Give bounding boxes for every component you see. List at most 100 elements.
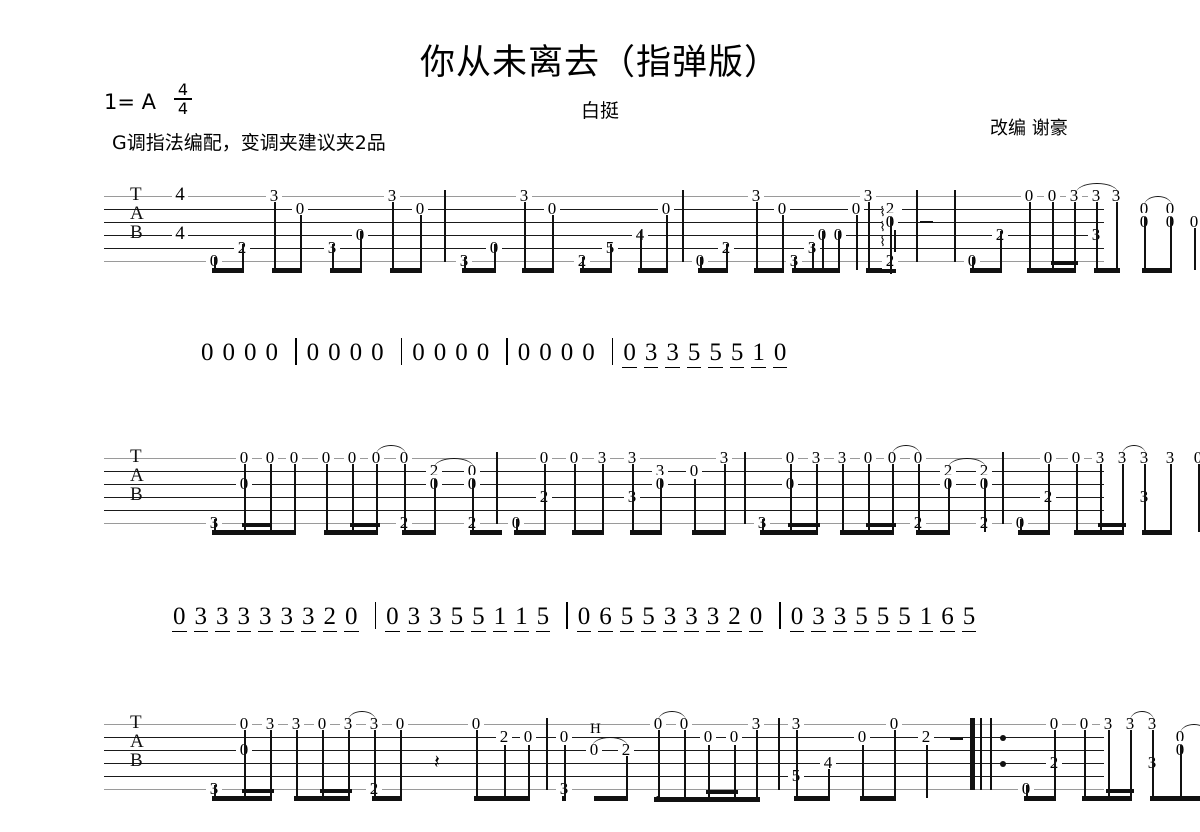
note-beam — [212, 268, 244, 273]
jianpu-note: 5 — [875, 603, 891, 632]
note-beam — [1142, 530, 1172, 535]
tie-slur — [348, 711, 376, 721]
jianpu-note: 0 — [576, 603, 592, 632]
note-stem — [756, 202, 758, 270]
note-stem — [632, 464, 634, 532]
note-stem — [504, 745, 506, 798]
note-stem — [828, 769, 830, 798]
jianpu-note: 1 — [751, 339, 766, 368]
system-3: TAB3003303320𝄽02030H02000033540020200333… — [104, 711, 1200, 804]
note-stem — [610, 244, 612, 270]
note-beam — [242, 789, 274, 793]
tab-staff — [104, 718, 1104, 791]
staff-label-mid: A — [130, 465, 144, 486]
note-stem — [472, 479, 474, 532]
note-beam — [562, 796, 566, 801]
jianpu-bar-line — [506, 338, 508, 365]
note-stem — [352, 464, 354, 532]
note-stem — [296, 730, 298, 798]
note-stem — [544, 464, 546, 532]
jianpu-note: 0 — [265, 339, 279, 366]
note-stem — [1100, 464, 1102, 532]
key-signature: 1= A — [104, 90, 156, 114]
note-stem — [322, 730, 324, 798]
note-stem — [790, 464, 792, 532]
tab-note: 2 — [496, 728, 512, 745]
note-stem — [242, 244, 244, 270]
bar-line — [496, 452, 498, 524]
jianpu-bar-line — [779, 602, 781, 629]
note-stem — [1130, 730, 1132, 798]
tie-slur — [1130, 711, 1154, 721]
jianpu-note: 5 — [619, 603, 635, 632]
note-beam — [788, 523, 820, 527]
note-stem — [270, 464, 272, 532]
note-stem — [756, 730, 758, 798]
tab-note: 0 — [556, 728, 572, 745]
jianpu-note: 0 — [476, 339, 490, 366]
note-stem — [1170, 217, 1172, 270]
capo-note: G调指法编配，变调夹建议夹2品 — [112, 132, 386, 154]
note-stem — [892, 464, 894, 532]
note-beam — [272, 268, 302, 273]
jianpu-note: 3 — [279, 603, 294, 632]
jianpu-note: 3 — [832, 603, 848, 632]
note-beam — [654, 797, 760, 802]
jianpu-note: 0 — [385, 603, 400, 632]
jianpu-note: 0 — [371, 339, 384, 366]
rest-symbol: 𝄽 — [434, 752, 440, 773]
note-beam — [324, 530, 378, 535]
jianpu-line-1: 000000000000000003355510 — [200, 338, 794, 368]
note-stem — [948, 479, 950, 532]
note-stem — [1122, 464, 1124, 532]
jianpu-note: 0 — [306, 339, 320, 366]
jianpu-note: 3 — [684, 603, 699, 632]
note-stem — [494, 244, 496, 270]
note-stem — [404, 464, 406, 532]
jianpu-bar-line — [374, 602, 377, 629]
note-stem — [626, 756, 628, 798]
note-beam — [1051, 261, 1078, 265]
note-beam — [1074, 530, 1124, 535]
tie-slur — [1076, 183, 1118, 193]
note-beam — [792, 268, 824, 273]
note-stem — [376, 464, 378, 532]
jianpu-note: 5 — [686, 339, 702, 368]
jianpu-note: 1 — [492, 603, 508, 632]
note-beam — [692, 530, 726, 535]
note-stem — [1144, 464, 1146, 532]
repeat-dot-lower — [1000, 761, 1006, 767]
staff-label-mid: A — [130, 203, 144, 224]
note-beam — [706, 790, 738, 794]
note-beam — [294, 796, 350, 801]
jianpu-note: 0 — [412, 339, 425, 366]
jianpu-note: 3 — [215, 603, 230, 632]
jianpu-note: 5 — [641, 603, 656, 632]
note-stem — [400, 730, 402, 798]
note-stem — [868, 202, 870, 270]
jianpu-bar-line — [295, 338, 297, 365]
note-stem — [1052, 202, 1054, 270]
note-stem — [918, 464, 920, 532]
note-stem — [564, 745, 566, 798]
time-signature-staff-top: 4 — [172, 185, 188, 204]
note-stem — [726, 244, 728, 270]
note-stem — [816, 464, 818, 532]
jianpu-note: 0 — [789, 603, 805, 632]
jianpu-note: 0 — [433, 339, 447, 366]
note-beam — [594, 796, 628, 801]
note-beam — [840, 530, 894, 535]
jianpu-bar-line — [611, 338, 614, 365]
note-beam — [242, 523, 272, 527]
jianpu-note: 3 — [301, 603, 316, 632]
note-beam — [320, 789, 352, 793]
note-stem — [1076, 464, 1078, 532]
bar-line — [778, 718, 780, 790]
note-stem — [842, 464, 844, 532]
hammer-on-marker: H — [590, 721, 601, 737]
note-stem — [862, 745, 864, 798]
note-stem — [856, 215, 858, 270]
jianpu-note: 3 — [643, 339, 659, 368]
note-stem — [360, 231, 362, 270]
staff-label-bottom: B — [130, 222, 143, 243]
